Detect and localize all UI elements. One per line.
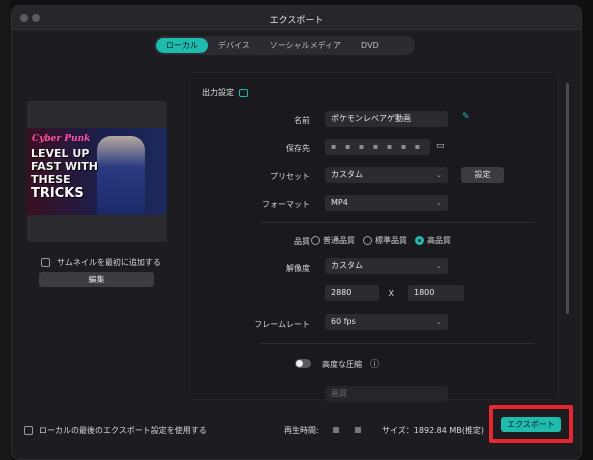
window-title: エクスポート [269, 16, 324, 26]
divider [259, 222, 535, 223]
add-thumbnail-checkbox[interactable] [41, 258, 50, 267]
chevron-down-icon: ⌄ [436, 262, 442, 270]
tab-social-media[interactable]: ソーシャルメディア [260, 38, 351, 53]
output-settings-icon [239, 88, 248, 97]
title-bar: エクスポート [12, 6, 581, 30]
duration-indicator-icon [355, 427, 361, 433]
name-input[interactable]: ポケモンレベアゲ動画 [325, 111, 448, 127]
preset-settings-button[interactable]: 設定 [461, 167, 504, 183]
quality-option-standard[interactable]: 標準品質 [363, 235, 407, 246]
chevron-down-icon: ⌄ [436, 171, 442, 179]
radio-selected-icon [415, 236, 424, 245]
add-thumbnail-checkbox-row[interactable]: サムネイルを最初に追加する [41, 257, 161, 268]
resolution-select[interactable]: カスタム ⌄ [325, 258, 448, 274]
settings-scrollbar[interactable] [566, 83, 569, 314]
quality-option-high[interactable]: 高品質 [415, 235, 451, 246]
format-value: MP4 [331, 198, 348, 207]
name-label: 名前 [294, 116, 310, 125]
background-app-edge [0, 0, 11, 460]
add-thumbnail-label: サムネイルを最初に追加する [57, 258, 161, 267]
height-input[interactable]: 1800 [408, 285, 464, 301]
export-highlight-frame: エクスポート [489, 405, 573, 443]
use-last-settings-row[interactable]: ローカルの最後のエクスポート設定を使用する [24, 425, 207, 436]
thumbnail-text-tricks: TRICKS [31, 186, 84, 201]
radio-icon [311, 236, 320, 245]
chevron-down-icon: ⌄ [436, 199, 442, 207]
preset-label: プリセット [270, 172, 310, 181]
compression-quality-select: 画質 [325, 386, 448, 402]
quality-option-normal[interactable]: 普通品質 [311, 235, 355, 246]
quality-radio-group: 普通品質 標準品質 高品質 [311, 235, 451, 246]
advanced-compression-toggle[interactable] [295, 359, 311, 368]
export-target-tabs: ローカル デバイス ソーシャルメディア DVD [154, 36, 415, 55]
output-settings-title: 出力設定 [202, 88, 234, 97]
format-label: フォーマット [262, 200, 310, 209]
use-last-settings-label: ローカルの最後のエクスポート設定を使用する [39, 426, 207, 435]
tab-dvd[interactable]: DVD [351, 38, 389, 53]
preset-select[interactable]: カスタム ⌄ [325, 167, 448, 183]
quality-option-normal-label: 普通品質 [323, 236, 355, 245]
tab-device[interactable]: デバイス [208, 38, 260, 53]
format-select[interactable]: MP4 ⌄ [325, 195, 448, 211]
compression-quality-value: 画質 [331, 389, 347, 398]
preset-value: カスタム [331, 170, 363, 179]
radio-icon [363, 236, 372, 245]
duration-label: 再生時間: [284, 426, 319, 435]
estimated-size-label: サイズ：1892.84 MB(推定) [382, 426, 485, 435]
thumbnail-text-cyber-punk: Cyber Punk [32, 134, 91, 144]
framerate-select[interactable]: 60 fps ⌄ [325, 314, 448, 330]
output-settings-header: 出力設定 [202, 87, 248, 98]
resolution-value: カスタム [331, 261, 363, 270]
edit-thumbnail-button[interactable]: 編集 [39, 272, 154, 287]
duration-indicator-icon [333, 427, 339, 433]
save-to-label: 保存先 [286, 144, 310, 153]
resolution-label: 解像度 [286, 264, 310, 273]
chevron-down-icon: ⌄ [436, 318, 442, 326]
quality-option-high-label: 高品質 [427, 236, 451, 245]
dialog-footer: ローカルの最後のエクスポート設定を使用する 再生時間: サイズ：1892.84 … [11, 405, 582, 455]
quality-label: 品質 [294, 237, 310, 246]
export-button[interactable]: エクスポート [501, 417, 561, 432]
help-icon[interactable]: ⓘ [370, 357, 379, 370]
use-last-settings-checkbox[interactable] [24, 426, 33, 435]
ai-rename-icon[interactable]: ✎ [462, 112, 470, 122]
dimension-separator: X [388, 289, 394, 298]
framerate-label: フレームレート [254, 320, 310, 329]
divider [259, 343, 535, 344]
quality-option-standard-label: 標準品質 [375, 236, 407, 245]
framerate-value: 60 fps [331, 317, 356, 326]
advanced-compression-label: 高度な圧縮 [322, 360, 362, 369]
thumbnail-text-headline: LEVEL UP FAST WITH THESE [31, 147, 98, 186]
tab-local[interactable]: ローカル [156, 38, 208, 53]
folder-icon[interactable]: ▭ [436, 141, 445, 151]
thumbnail-image: Cyber Punk LEVEL UP FAST WITH THESE TRIC… [27, 128, 167, 215]
thumbnail-preview: Cyber Punk LEVEL UP FAST WITH THESE TRIC… [27, 101, 167, 242]
save-path-field[interactable]: ▪ ▪ ▪ ▪ ▪ ▪ ▪ [325, 139, 430, 155]
